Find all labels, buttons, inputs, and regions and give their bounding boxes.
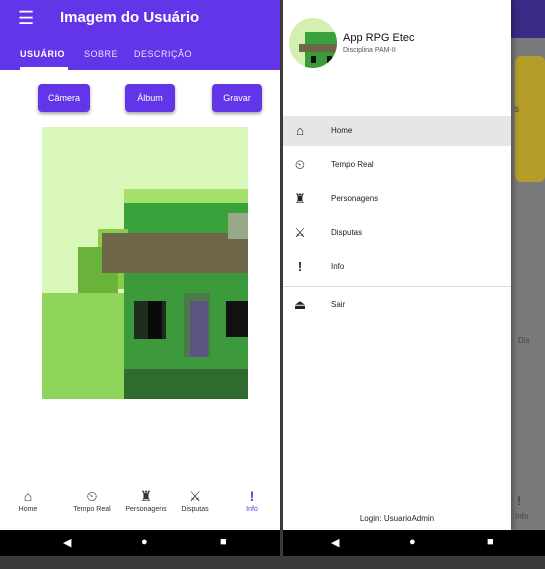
record-button[interactable]: Gravar	[212, 84, 262, 112]
info-icon: !	[297, 259, 303, 274]
clock-icon: ⏲	[294, 157, 306, 172]
fight-icon: ⚔	[188, 488, 202, 504]
tab-sobre[interactable]: SOBRE	[84, 49, 118, 59]
logout-icon: ⏏	[293, 297, 307, 312]
nav-disputas-label: Disputas	[181, 506, 209, 513]
figure-icon: ♜	[294, 191, 306, 206]
drawer-divider	[283, 286, 511, 287]
tab-usuario[interactable]: USUÁRIO	[20, 49, 65, 59]
tab-indicator	[20, 67, 68, 70]
back-button[interactable]: ◀	[63, 536, 71, 549]
fight-icon: ⚔	[294, 225, 306, 240]
login-status: Login: UsuarioAdmin	[359, 514, 435, 523]
figure-icon: ♜	[139, 488, 153, 504]
info-icon: !	[249, 488, 255, 504]
home-icon: ⌂	[23, 488, 33, 504]
nav-tempo-real[interactable]: ⏲ Tempo Real	[64, 486, 120, 513]
drawer-app-name: App RPG Etec	[343, 32, 415, 44]
drawer-item-tempo-real[interactable]: ⏲ Tempo Real	[283, 150, 511, 180]
system-nav-bar: ◀ ● ■	[283, 530, 545, 556]
drawer-item-label: Personagens	[331, 194, 379, 203]
background-partial-label: Dis	[518, 336, 530, 345]
drawer-item-label: Tempo Real	[331, 160, 374, 169]
album-button[interactable]: Álbum	[125, 84, 175, 112]
nav-info[interactable]: ! Info	[234, 486, 270, 513]
home-icon: ⌂	[296, 123, 304, 138]
nav-info-label: Info	[246, 506, 258, 513]
background-card	[515, 56, 545, 182]
page-title: Imagem do Usuário	[60, 9, 200, 26]
back-button[interactable]: ◀	[331, 536, 339, 549]
drawer-item-personagens[interactable]: ♜ Personagens	[283, 184, 511, 214]
clock-icon: ⏲	[86, 488, 98, 504]
drawer-item-label: Sair	[331, 300, 346, 309]
background-partial-letter: s	[514, 104, 519, 115]
nav-personagens[interactable]: ♜ Personagens	[118, 486, 174, 513]
nav-personagens-label: Personagens	[125, 506, 167, 513]
drawer-item-sair[interactable]: ⏏ Sair	[283, 290, 511, 320]
user-image	[42, 127, 248, 399]
system-nav-bar: ◀ ● ■	[0, 530, 280, 556]
drawer-subtitle: Disciplina PAM-II	[343, 47, 396, 54]
avatar	[289, 18, 337, 68]
nav-disputas[interactable]: ⚔ Disputas	[172, 486, 218, 513]
nav-home-label: Home	[18, 506, 38, 513]
nav-tempo-real-label: Tempo Real	[73, 506, 111, 513]
recent-apps-button[interactable]: ■	[487, 536, 494, 548]
drawer-item-home[interactable]: ⌂ Home	[283, 116, 511, 146]
tab-bar: USUÁRIO SOBRE DESCRIÇÃO	[0, 46, 280, 70]
recent-apps-button[interactable]: ■	[220, 536, 227, 548]
background-info-icon: !	[517, 494, 521, 508]
drawer-screen: s Dis ! Info App RPG Etec Disciplina PAM…	[283, 0, 545, 556]
user-image-screen: ☰ Imagem do Usuário USUÁRIO SOBRE DESCRI…	[0, 0, 280, 556]
drawer-item-disputas[interactable]: ⚔ Disputas	[283, 218, 511, 248]
drawer-item-info[interactable]: ! Info	[283, 252, 511, 282]
drawer-item-label: Info	[331, 262, 345, 271]
menu-icon[interactable]: ☰	[18, 9, 34, 27]
drawer-item-label: Disputas	[331, 228, 363, 237]
home-button[interactable]: ●	[409, 536, 416, 548]
nav-home[interactable]: ⌂ Home	[10, 486, 46, 513]
drawer-item-label: Home	[331, 126, 353, 135]
navigation-drawer: App RPG Etec Disciplina PAM-II ⌂ Home ⏲ …	[283, 0, 511, 530]
app-bar: ☰ Imagem do Usuário USUÁRIO SOBRE DESCRI…	[0, 0, 280, 70]
tab-descricao[interactable]: DESCRIÇÃO	[134, 49, 192, 59]
home-button[interactable]: ●	[141, 536, 148, 548]
camera-button[interactable]: Câmera	[38, 84, 90, 112]
background-info-label: Info	[515, 512, 529, 521]
bottom-nav: ⌂ Home ⏲ Tempo Real ♜ Personagens ⚔ Disp…	[0, 486, 280, 530]
